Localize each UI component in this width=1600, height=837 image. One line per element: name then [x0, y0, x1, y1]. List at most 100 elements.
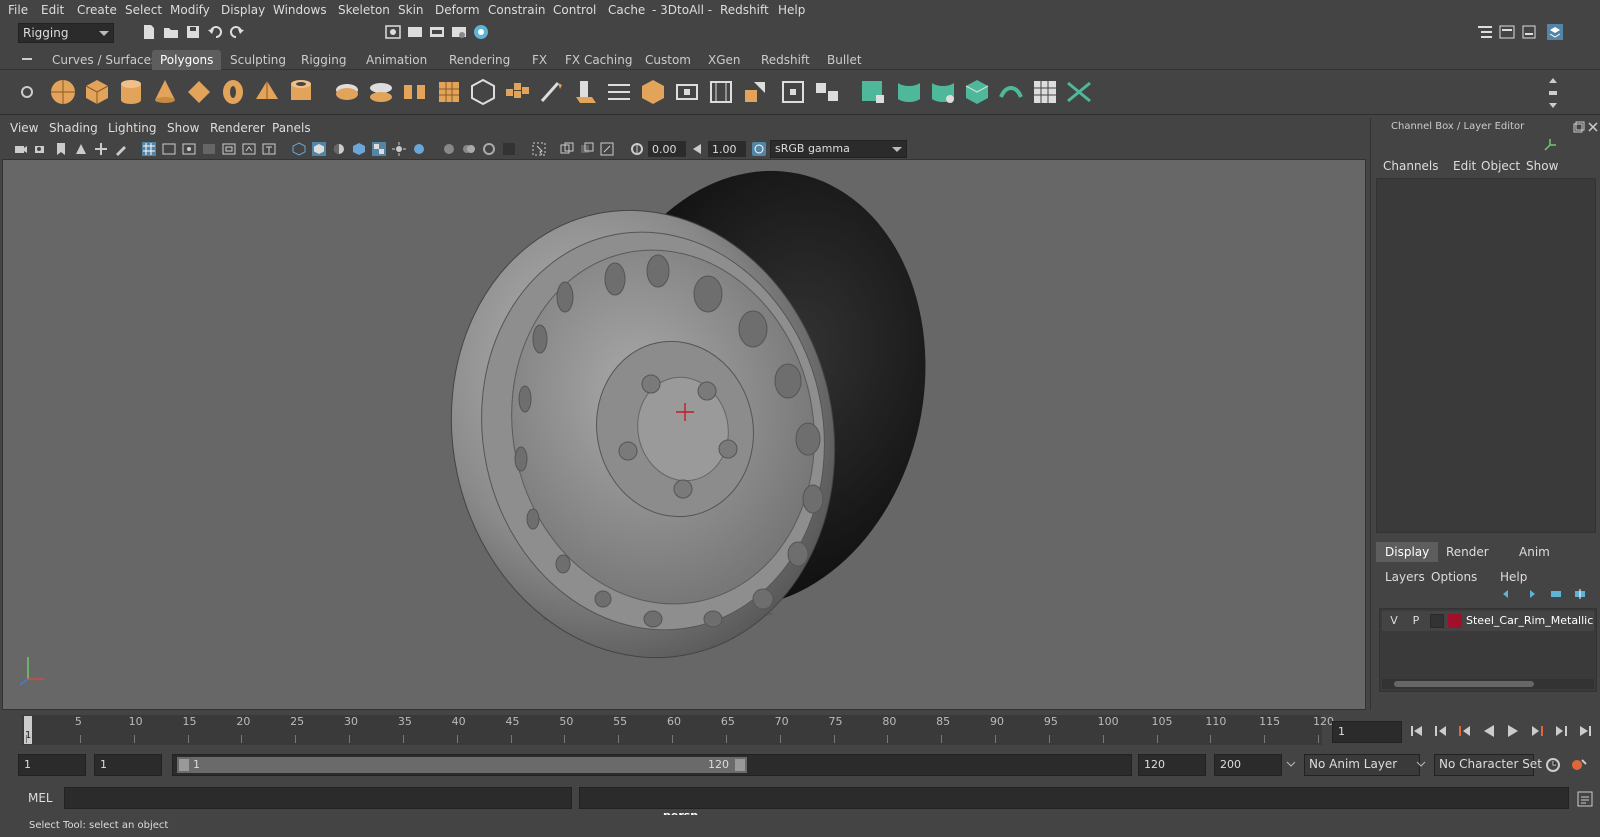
chevron-down-icon[interactable] [1416, 760, 1426, 768]
menu-redshift[interactable]: Redshift [720, 3, 769, 17]
shelf-tab-animation[interactable]: Animation [358, 50, 435, 70]
textured-icon[interactable] [372, 142, 386, 156]
channel-box-menu-object[interactable]: Object [1481, 159, 1520, 173]
poly-pyramid-icon[interactable] [252, 77, 282, 107]
layer-playback-toggle[interactable]: P [1408, 614, 1424, 627]
append-icon[interactable] [638, 77, 668, 107]
viewport-menu-panels[interactable]: Panels [272, 121, 311, 135]
xray-icon[interactable] [560, 142, 574, 156]
ipr-render-icon[interactable] [428, 23, 446, 41]
poly-sphere-icon[interactable] [48, 77, 78, 107]
layer-reference-toggle[interactable] [1430, 614, 1444, 628]
shelf-tab-fx-caching[interactable]: FX Caching [557, 50, 640, 70]
outliner-icon[interactable] [1476, 23, 1494, 41]
animation-end-field[interactable]: 200 [1214, 754, 1282, 776]
step-forward-key-icon[interactable] [1529, 723, 1545, 739]
play-forward-icon[interactable] [1505, 723, 1521, 739]
motion-blur-icon[interactable] [462, 142, 476, 156]
menu-3dtoall[interactable]: - 3DtoAll - [652, 3, 712, 17]
layer-tab-display[interactable]: Display [1376, 542, 1439, 562]
new-empty-layer-icon[interactable] [1549, 588, 1563, 600]
shadows-icon[interactable] [412, 142, 426, 156]
layer-color-swatch[interactable] [1448, 614, 1462, 628]
range-slider-end-handle[interactable] [735, 759, 745, 771]
menu-cache[interactable]: Cache [608, 3, 645, 17]
poly-cube-icon[interactable] [82, 77, 112, 107]
unfold-icon[interactable] [1030, 77, 1060, 107]
menu-file[interactable]: File [8, 3, 28, 17]
isolate-select-icon[interactable] [532, 142, 546, 156]
use-default-material-icon[interactable] [332, 142, 346, 156]
menu-skin[interactable]: Skin [398, 3, 424, 17]
viewport-menu-show[interactable]: Show [167, 121, 199, 135]
steel-rim-model[interactable] [3, 159, 1365, 709]
range-slider-start-handle[interactable] [179, 759, 189, 771]
cut-uv-icon[interactable] [962, 77, 992, 107]
layout-uv-icon[interactable] [1064, 77, 1094, 107]
undo-icon[interactable] [206, 23, 224, 41]
character-set-dropdown[interactable]: No Character Set [1434, 754, 1542, 776]
step-forward-icon[interactable] [1553, 723, 1569, 739]
bookmark-icon[interactable] [54, 142, 68, 156]
quadrangulate-icon[interactable] [812, 77, 842, 107]
poly-torus-icon[interactable] [218, 77, 248, 107]
step-back-icon[interactable] [1433, 723, 1449, 739]
smooth-icon[interactable] [434, 77, 464, 107]
layer-name[interactable]: Steel_Car_Rim_Metallic [1466, 614, 1593, 627]
gear-icon[interactable] [20, 85, 34, 99]
viewport-menu-view[interactable]: View [10, 121, 38, 135]
render-settings-icon[interactable] [450, 23, 468, 41]
animation-start-field[interactable]: 1 [18, 754, 86, 776]
uv-editor-icon[interactable] [928, 77, 958, 107]
extract-icon[interactable] [400, 77, 430, 107]
auto-keyframe-icon[interactable] [1544, 756, 1562, 774]
layer-menu-help[interactable]: Help [1500, 570, 1527, 584]
render-frame-icon[interactable] [406, 23, 424, 41]
multi-cut-icon[interactable] [706, 77, 736, 107]
current-frame-field[interactable]: 1 [1332, 721, 1402, 743]
channel-box-toggle-icon[interactable] [1546, 23, 1564, 41]
viewport-menu-renderer[interactable]: Renderer [210, 121, 265, 135]
menu-modify[interactable]: Modify [170, 3, 210, 17]
menu-create[interactable]: Create [77, 3, 117, 17]
channel-box-menu-channels[interactable]: Channels [1383, 159, 1439, 173]
smooth-shade-icon[interactable] [312, 142, 326, 156]
poly-cone-icon[interactable] [150, 77, 180, 107]
depth-of-field-icon[interactable] [502, 142, 516, 156]
boolean-icon[interactable] [468, 77, 498, 107]
range-slider[interactable]: 1 120 [172, 754, 1132, 776]
poly-pipe-icon[interactable] [286, 77, 316, 107]
shelf-tab-bullet[interactable]: Bullet [819, 50, 870, 70]
new-layer-from-selection-icon[interactable] [1573, 588, 1587, 600]
layer-menu-options[interactable]: Options [1431, 570, 1477, 584]
wireframe-icon[interactable] [292, 142, 306, 156]
gamma-icon[interactable] [690, 142, 704, 156]
open-scene-icon[interactable] [162, 23, 180, 41]
range-slider-bar[interactable]: 1 120 [177, 757, 747, 773]
script-editor-icon[interactable] [1576, 790, 1594, 808]
screen-space-ao-icon[interactable] [442, 142, 456, 156]
move-layer-down-icon[interactable] [1523, 588, 1537, 600]
planar-uv-icon[interactable] [858, 77, 888, 107]
layer-scrollbar-thumb[interactable] [1394, 681, 1534, 687]
layer-tab-anim[interactable]: Anim [1519, 545, 1550, 559]
float-panel-icon[interactable] [1573, 121, 1585, 133]
shelf-tab-custom[interactable]: Custom [637, 50, 699, 70]
mirror-icon[interactable] [502, 77, 532, 107]
tool-settings-icon[interactable] [1520, 23, 1538, 41]
shelf-tab-redshift[interactable]: Redshift [753, 50, 818, 70]
camera-attributes-icon[interactable] [34, 142, 48, 156]
image-plane-icon[interactable] [74, 142, 88, 156]
menu-help[interactable]: Help [778, 3, 805, 17]
xray-components-icon[interactable] [600, 142, 614, 156]
color-space-dropdown[interactable]: sRGB gamma [770, 140, 907, 158]
gate-mask-icon[interactable] [202, 142, 216, 156]
playback-end-field[interactable]: 120 [1138, 754, 1206, 776]
bevel-icon[interactable] [604, 77, 634, 107]
menu-control[interactable]: Control [553, 3, 596, 17]
go-to-start-icon[interactable] [1409, 723, 1425, 739]
menu-skeleton[interactable]: Skeleton [338, 3, 390, 17]
layer-tab-render[interactable]: Render [1446, 545, 1489, 559]
camera-icon[interactable] [14, 142, 28, 156]
shelf-tab-rigging[interactable]: Rigging [293, 50, 354, 70]
